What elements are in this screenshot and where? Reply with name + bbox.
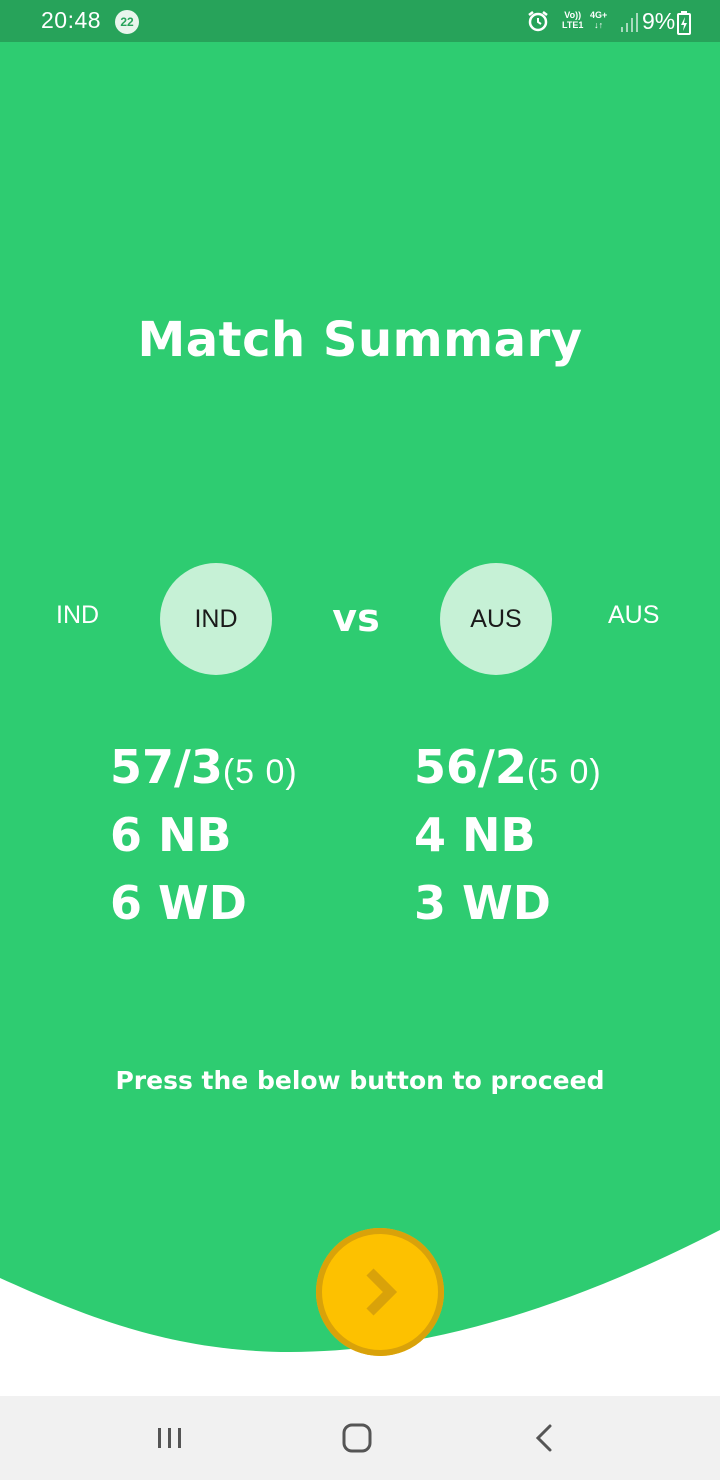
signal-icon [621,13,638,32]
right-score: 56/2 [414,740,527,794]
right-score-line: 56/2(5 0) [414,740,602,808]
system-nav-bar [0,1396,720,1480]
home-button[interactable] [338,1420,378,1456]
volte-indicator: Vo)) LTE1 [562,10,584,30]
recents-icon [158,1428,181,1448]
notification-count-badge: 22 [115,10,139,34]
proceed-instruction: Press the below button to proceed [115,1066,605,1095]
right-team-badge: AUS [440,563,552,675]
left-score-line: 57/3(5 0) [110,740,298,808]
right-team-name: AUS [608,601,660,629]
back-button[interactable] [526,1420,566,1456]
left-no-balls: 6 NB [110,808,232,862]
network-type-indicator: 4G+ ↓↑ [590,10,608,30]
status-bar: 20:48 22 Vo)) LTE1 4G+ ↓↑ 9% [0,0,720,42]
chevron-right-icon [366,1268,398,1316]
status-time: 20:48 [41,7,102,33]
right-wides: 3 WD [414,876,551,930]
left-team-name: IND [56,601,100,629]
right-team-score-block: 56/2(5 0) 4 NB 3 WD [414,740,602,944]
right-overs: (5 0) [526,753,602,791]
proceed-button[interactable] [316,1228,444,1356]
versus-label: vs [332,596,380,640]
left-score: 57/3 [110,740,223,794]
left-overs: (5 0) [222,753,298,791]
right-no-balls: 4 NB [414,808,536,862]
back-icon [535,1424,552,1452]
page-title: Match Summary [137,312,583,368]
home-icon [342,1423,372,1453]
recents-button[interactable] [150,1420,190,1456]
left-team-badge: IND [160,563,272,675]
left-team-score-block: 57/3(5 0) 6 NB 6 WD [110,740,298,944]
alarm-icon [528,11,548,32]
green-curved-background [0,42,720,1352]
battery-percent: 9% [642,8,676,34]
battery-charging-icon [677,11,691,35]
left-wides: 6 WD [110,876,247,930]
